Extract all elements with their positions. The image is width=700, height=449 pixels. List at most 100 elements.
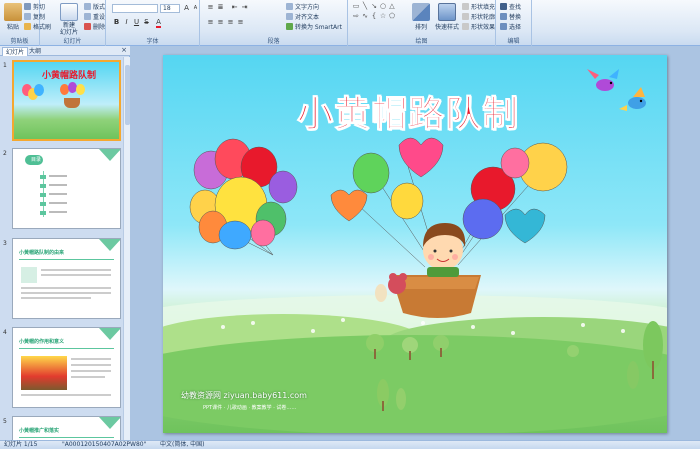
thumb-title: 小黄帽路队制 [41, 71, 96, 81]
pentagon-shape-icon[interactable]: ⬠ [388, 12, 396, 20]
align-left-button[interactable]: ≡ [206, 18, 215, 27]
slide-thumbnail-5[interactable]: 小黄帽推广和落实 [12, 416, 121, 440]
new-slide-icon [60, 3, 78, 21]
align-text-button[interactable]: 对齐文本 [286, 12, 319, 21]
cursor-icon [500, 23, 507, 30]
language-indicator[interactable]: 中文(简体, 中国) [160, 441, 205, 449]
brace-shape-icon[interactable]: { [370, 12, 378, 20]
grow-font-button[interactable]: A [182, 4, 191, 13]
underline-button[interactable]: U [132, 18, 141, 27]
numbering-button[interactable]: ≣ [216, 3, 225, 12]
drawing-group-label: 绘图 [415, 38, 428, 45]
thumb-title: 目录 [31, 157, 42, 163]
font-color-button[interactable]: A [154, 18, 163, 28]
tab-slides[interactable]: 幻灯片 [2, 47, 29, 56]
star-shape-icon[interactable]: ☆ [379, 12, 387, 20]
bullets-button[interactable]: ≡ [206, 3, 215, 12]
slide-thumbnail-3[interactable]: 小黄帽路队制的由来 [12, 238, 121, 319]
pen-icon [462, 13, 469, 20]
slides-group: 新建 幻灯片 版式 重设 删除 幻灯片 [40, 0, 106, 46]
triangle-shape-icon[interactable]: △ [388, 2, 396, 10]
copy-icon [24, 13, 31, 20]
close-icon[interactable]: × [121, 46, 127, 54]
slide-thumbnail-2[interactable]: 目录 [12, 148, 121, 229]
thumb-title: 小黄帽路队制的由来 [19, 250, 65, 256]
binoculars-icon [500, 3, 507, 10]
panel-tabs: 幻灯片 大纲 × [0, 46, 130, 56]
shape-effects-button[interactable]: 形状效果 [462, 22, 495, 31]
reset-icon [84, 13, 91, 20]
smartart-button[interactable]: 转换为 SmartArt [286, 22, 342, 31]
slides-group-label: 幻灯片 [63, 38, 82, 45]
slide-thumbnail-4[interactable]: 小黄帽的作用和意义 [12, 327, 121, 408]
clipboard-group: 粘贴 剪切 复制 格式刷 剪贴板 [0, 0, 51, 46]
reset-button[interactable]: 重设 [84, 12, 105, 21]
panel-scrollbar[interactable] [123, 57, 130, 440]
brush-icon [24, 23, 31, 30]
justify-button[interactable]: ≡ [236, 18, 245, 27]
paste-button[interactable]: 粘贴 [2, 3, 24, 31]
shape-outline-button[interactable]: 形状轮廓 [462, 12, 495, 21]
shrink-font-button[interactable]: A [191, 4, 200, 13]
slides-panel: 幻灯片 大纲 × 1 小黄帽路队制 2 目录 3 小黄帽路队制的由来 4 小黄帽… [0, 46, 130, 440]
select-button[interactable]: 选择 [500, 22, 521, 31]
watermark-text: 幼教资源网 ziyuan.baby611.com [181, 391, 307, 400]
layout-icon [84, 3, 91, 10]
status-bar: 幻灯片 1/15 "A0001201504​07A02PW80" 中文(简体, … [0, 440, 700, 449]
balloon-cluster-left [189, 138, 298, 256]
watermark-subtext: PPT课件 · 儿歌动画 · 教案教学 · 试卷…… [203, 405, 297, 411]
bird-icon [587, 69, 646, 111]
arrow-shape-icon[interactable]: ↘ [370, 2, 378, 10]
arrange-button[interactable]: 排列 [410, 3, 432, 31]
replace-icon [500, 13, 507, 20]
font-group-label: 字体 [146, 38, 159, 45]
tab-outline[interactable]: 大纲 [26, 47, 44, 56]
font-name-combo[interactable] [112, 4, 158, 13]
thumb-number: 1 [3, 62, 7, 69]
clipboard-group-label: 剪贴板 [10, 38, 29, 45]
font-group: 18 A A B I U S A 字体 [106, 0, 200, 46]
align-right-button[interactable]: ≡ [226, 18, 235, 27]
decrease-indent-button[interactable]: ⇤ [230, 3, 239, 12]
thumb-number: 3 [3, 240, 7, 247]
increase-indent-button[interactable]: ⇥ [240, 3, 249, 12]
shape-fill-button[interactable]: 形状填充 [462, 2, 495, 11]
editing-group: 查找 替换 选择 编辑 [496, 0, 532, 46]
thumb-title: 小黄帽的作用和意义 [19, 339, 65, 345]
new-slide-button[interactable]: 新建 幻灯片 [56, 3, 82, 36]
scrollbar-thumb[interactable] [125, 65, 130, 125]
paragraph-group-label: 段落 [267, 38, 280, 45]
thumb-number: 5 [3, 418, 7, 425]
curve-shape-icon[interactable]: ∿ [361, 12, 369, 20]
paragraph-group: ≡ ≣ ⇤ ⇥ ≡ ≡ ≡ ≡ 文字方向 对齐文本 转换为 SmartArt 段… [200, 0, 348, 46]
layout-button[interactable]: 版式 [84, 2, 105, 11]
quick-styles-button[interactable]: 快速样式 [434, 3, 460, 31]
slide-count: 幻灯片 1/15 [4, 441, 38, 448]
smartart-icon [286, 23, 293, 30]
theme-name: "A0001201504​07A02PW80" [62, 441, 147, 448]
drawing-group: ▭ ╲ ↘ ○ △ ⇨ ∿ { ☆ ⬠ 排列 快速样式 形状填充 形状轮廓 形状… [348, 0, 496, 46]
font-size-combo[interactable]: 18 [160, 4, 180, 13]
italic-button[interactable]: I [122, 18, 131, 27]
arrow-right-shape-icon[interactable]: ⇨ [352, 12, 360, 20]
align-center-button[interactable]: ≡ [216, 18, 225, 27]
delete-slide-button[interactable]: 删除 [84, 22, 105, 31]
text-direction-icon [286, 3, 293, 10]
bold-button[interactable]: B [112, 18, 121, 27]
fill-bucket-icon [462, 3, 469, 10]
slide-canvas[interactable]: 小黄帽路队制 幼教资源网 ziyuan.baby611.com PPT课件 · … [163, 55, 667, 433]
editing-group-label: 编辑 [507, 38, 520, 45]
thumb-number: 2 [3, 150, 7, 157]
rectangle-shape-icon[interactable]: ▭ [352, 2, 360, 10]
arrange-icon [412, 3, 430, 21]
strikethrough-button[interactable]: S [142, 18, 151, 27]
oval-shape-icon[interactable]: ○ [379, 2, 387, 10]
replace-button[interactable]: 替换 [500, 12, 521, 21]
thumb-number: 4 [3, 329, 7, 336]
text-direction-button[interactable]: 文字方向 [286, 2, 319, 11]
line-shape-icon[interactable]: ╲ [361, 2, 369, 10]
slide-editing-area: 小黄帽路队制 幼教资源网 ziyuan.baby611.com PPT课件 · … [131, 46, 700, 440]
find-button[interactable]: 查找 [500, 2, 521, 11]
slide-thumbnail-1[interactable]: 小黄帽路队制 [12, 60, 121, 141]
slide-title[interactable]: 小黄帽路队制 [258, 85, 558, 137]
